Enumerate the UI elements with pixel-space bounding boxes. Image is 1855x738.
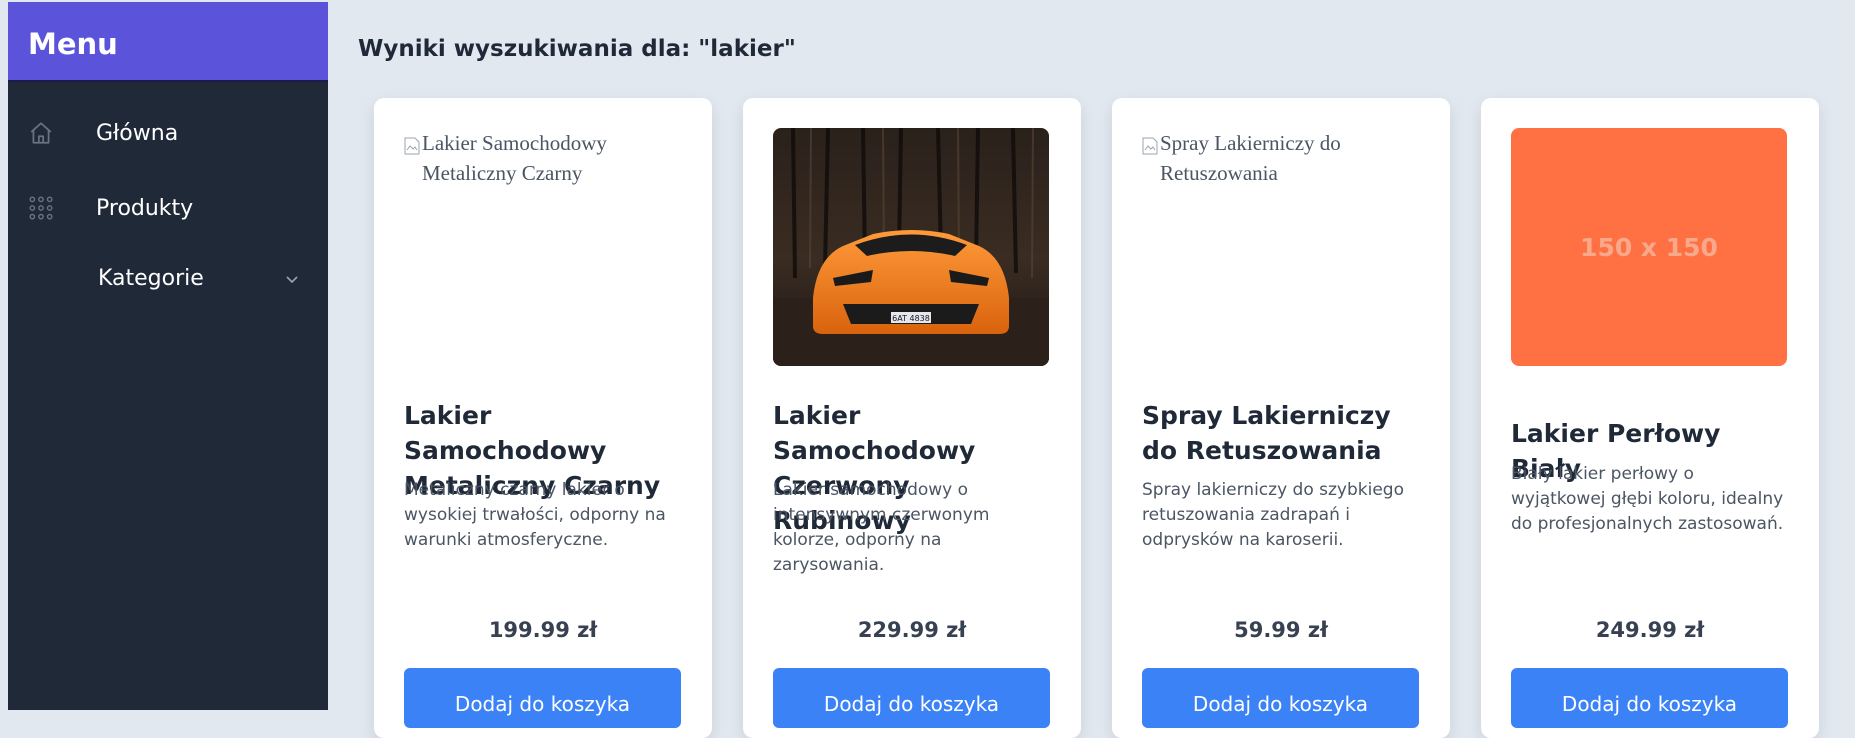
sidebar-item-categories[interactable]: Kategorie <box>8 253 328 303</box>
add-to-cart-button[interactable]: Dodaj do koszyka <box>773 668 1050 728</box>
add-to-cart-button[interactable]: Dodaj do koszyka <box>404 668 681 728</box>
main-content: Wyniki wyszukiwania dla: "lakier" Lakier… <box>328 0 1855 738</box>
sidebar-item-label: Kategorie <box>98 265 204 291</box>
page-title: Wyniki wyszukiwania dla: "lakier" <box>358 36 796 62</box>
product-price: 59.99 zł <box>1234 618 1328 642</box>
product-description: Metaliczny czarny lakier o wysokiej trwa… <box>404 480 666 550</box>
grid-icon <box>26 193 56 223</box>
product-image: 6AT 4838 <box>773 128 1049 366</box>
product-card: 6AT 4838 Lakier Samochodowy Czerwony Rub… <box>743 98 1081 738</box>
add-to-cart-button[interactable]: Dodaj do koszyka <box>1142 668 1419 728</box>
product-price: 229.99 zł <box>857 618 967 642</box>
product-image: 150 x 150 <box>1511 128 1787 366</box>
product-description: Lakier samochodowy o intensywnym czerwon… <box>773 480 990 575</box>
sidebar-item-products[interactable]: Produkty <box>8 183 328 233</box>
menu-title: Menu <box>8 2 328 82</box>
image-placeholder: 150 x 150 <box>1511 128 1787 366</box>
product-card: Spray Lakierniczy do Retuszowania Spray … <box>1112 98 1450 738</box>
product-image-alt: Spray Lakierniczy do Retuszowania <box>1160 131 1341 185</box>
sidebar-panel: Menu Główna Produkty Kategorie <box>8 2 328 710</box>
product-card: Lakier Samochodowy Metaliczny Czarny Lak… <box>374 98 712 738</box>
product-name: Spray Lakierniczy do Retuszowania <box>1142 401 1391 465</box>
product-description: Biały lakier perłowy o wyjątkowej głębi … <box>1511 464 1784 534</box>
product-card: 150 x 150 Lakier Perłowy Biały Biały lak… <box>1481 98 1819 738</box>
product-price: 199.99 zł <box>488 618 598 642</box>
license-plate: 6AT 4838 <box>892 314 930 323</box>
broken-image-icon <box>404 133 420 155</box>
home-icon <box>26 118 56 148</box>
broken-image-icon <box>1142 133 1158 155</box>
product-image: Lakier Samochodowy Metaliczny Czarny <box>404 128 680 366</box>
sidebar-item-label: Produkty <box>96 195 194 221</box>
sidebar-item-home[interactable]: Główna <box>8 108 328 158</box>
chevron-down-icon[interactable] <box>284 268 300 293</box>
sidebar-item-label: Główna <box>96 120 179 146</box>
add-to-cart-button[interactable]: Dodaj do koszyka <box>1511 668 1788 728</box>
sidebar: Menu Główna Produkty Kategorie <box>0 0 328 710</box>
product-description: Spray lakierniczy do szybkiego retuszowa… <box>1142 480 1404 550</box>
product-image: Spray Lakierniczy do Retuszowania <box>1142 128 1418 366</box>
product-price: 249.99 zł <box>1595 618 1705 642</box>
orange-sports-car-photo: 6AT 4838 <box>773 128 1049 366</box>
product-image-alt: Lakier Samochodowy Metaliczny Czarny <box>422 131 607 185</box>
